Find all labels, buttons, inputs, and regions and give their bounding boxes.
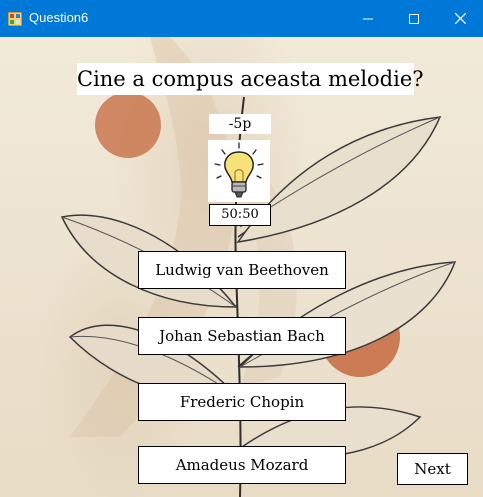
question-text: Cine a compus aceasta melodie? <box>77 63 424 95</box>
answer-button-1[interactable]: Ludwig van Beethoven <box>138 251 346 289</box>
penalty-label: -5p <box>209 114 271 134</box>
lightbulb-icon <box>214 142 264 198</box>
app-icon <box>8 12 22 26</box>
quiz-panel: Cine a compus aceasta melodie? -5p 50:50… <box>0 37 483 497</box>
maximize-icon <box>409 13 419 24</box>
title-bar: Question6 <box>0 0 483 37</box>
answer-button-3[interactable]: Frederic Chopin <box>138 383 346 421</box>
close-button[interactable] <box>437 0 483 37</box>
close-icon <box>454 13 466 24</box>
answer-button-4[interactable]: Amadeus Mozard <box>138 446 346 484</box>
maximize-button[interactable] <box>391 0 437 37</box>
minimize-button[interactable] <box>345 0 391 37</box>
window-title: Question6 <box>29 10 89 25</box>
minimize-icon <box>363 18 373 19</box>
hint-button[interactable] <box>208 140 270 202</box>
answer-button-2[interactable]: Johan Sebastian Bach <box>138 317 346 355</box>
fifty-fifty-button[interactable]: 50:50 <box>209 204 271 226</box>
next-button[interactable]: Next <box>397 453 468 485</box>
